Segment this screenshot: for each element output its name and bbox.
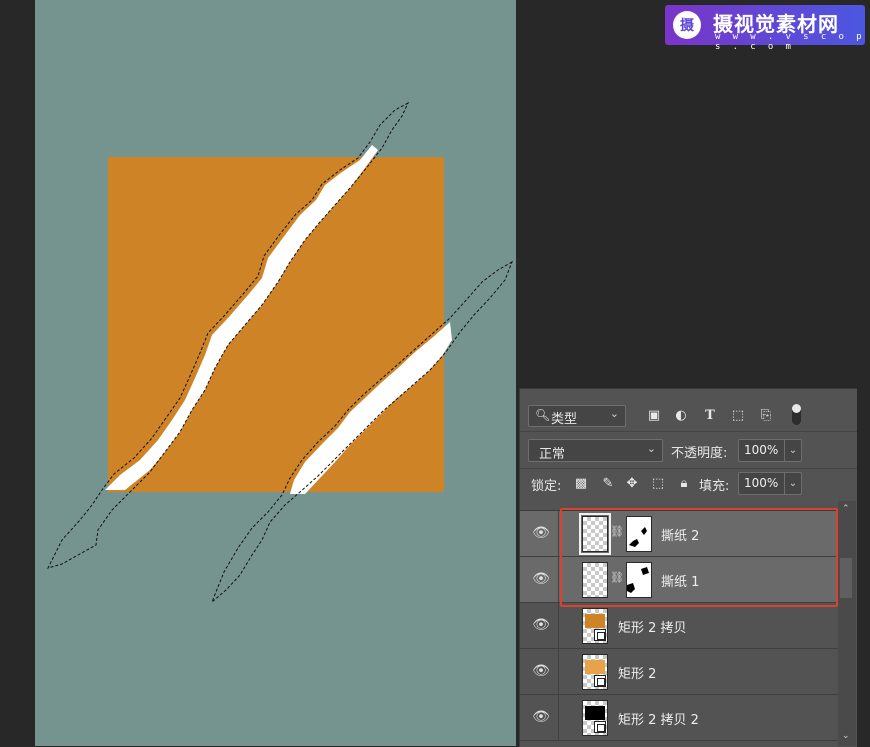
lock-position-move-icon[interactable]: ✥ xyxy=(624,475,640,491)
smart-object-filter-icon[interactable]: ⎘ xyxy=(758,407,774,423)
watermark-url: w w w . v s c o p s . c o m xyxy=(715,32,865,52)
lock-artboard-icon[interactable]: ⬚ xyxy=(650,475,666,491)
blend-mode-select[interactable]: 正常 ⌄ xyxy=(528,439,663,462)
shape-layer-badge-icon xyxy=(594,675,606,687)
divider xyxy=(520,431,857,432)
lock-label: 锁定: xyxy=(531,479,562,494)
text-filter-icon[interactable]: T xyxy=(702,407,718,423)
scroll-down-icon[interactable]: ⌄ xyxy=(842,731,850,741)
layer-name[interactable]: 矩形 2 拷贝 2 xyxy=(618,709,699,728)
layer-row-rect-2-copy-2[interactable]: 👁︎ 矩形 2 拷贝 2 xyxy=(520,695,842,741)
shape-layer-badge-icon xyxy=(594,721,606,733)
divider xyxy=(558,557,559,603)
shape-layer-thumbnail[interactable] xyxy=(582,654,608,690)
opacity-label: 不透明度: xyxy=(671,446,728,461)
layer-name[interactable]: 矩形 2 拷贝 xyxy=(618,617,687,636)
orange-rectangle-shape xyxy=(108,157,444,492)
adjustment-filter-icon[interactable]: ◐ xyxy=(673,407,689,423)
scrollbar-thumb[interactable] xyxy=(840,558,852,598)
shape-layer-thumbnail[interactable] xyxy=(582,700,608,736)
image-filter-icon[interactable]: ▣ xyxy=(646,407,662,423)
divider xyxy=(558,603,559,649)
watermark-logo-icon: 摄 xyxy=(673,11,701,39)
blend-mode-value: 正常 xyxy=(539,447,566,462)
scroll-up-icon[interactable]: ⌃ xyxy=(842,504,850,514)
fill-field[interactable]: 100% ⌄ xyxy=(738,472,802,495)
shape-fill-swatch xyxy=(585,614,605,628)
eye-visibility-icon[interactable]: 👁︎ xyxy=(530,525,552,541)
filter-toggle-switch[interactable] xyxy=(792,404,801,425)
fill-dropdown-button[interactable]: ⌄ xyxy=(784,473,801,494)
eye-visibility-icon[interactable]: 👁︎ xyxy=(530,709,552,725)
layer-filter-label: 类型 xyxy=(551,412,578,427)
fill-value: 100% xyxy=(744,476,779,490)
divider xyxy=(558,695,559,741)
layer-filter-select[interactable]: 🔍︎ 类型 ⌄ xyxy=(528,405,626,427)
divider xyxy=(558,649,559,695)
lock-image-pixels-brush-icon[interactable]: ✎ xyxy=(600,475,616,491)
annotation-highlight-box xyxy=(560,508,838,607)
eye-visibility-icon[interactable]: 👁︎ xyxy=(530,617,552,633)
shape-fill-swatch xyxy=(585,660,605,674)
eye-visibility-icon[interactable]: 👁︎ xyxy=(530,663,552,679)
watermark-banner: 摄 摄视觉素材网 w w w . v s c o p s . c o m xyxy=(665,5,865,52)
shape-layer-badge-icon xyxy=(594,629,606,641)
lock-transparent-pixels-icon[interactable]: ▩ xyxy=(573,475,589,491)
divider xyxy=(558,511,559,557)
shape-layer-thumbnail[interactable] xyxy=(582,608,608,644)
opacity-dropdown-button[interactable]: ⌄ xyxy=(784,440,801,461)
chevron-down-icon: ⌄ xyxy=(646,442,656,455)
fill-label: 填充: xyxy=(699,479,730,494)
document-canvas[interactable] xyxy=(35,0,516,746)
search-icon: 🔍︎ xyxy=(535,408,551,422)
layer-row-rect-2-copy[interactable]: 👁︎ 矩形 2 拷贝 xyxy=(520,603,842,649)
layers-scrollbar[interactable]: ⌃ ⌄ xyxy=(838,501,856,746)
shape-fill-swatch xyxy=(585,706,605,720)
eye-visibility-icon[interactable]: 👁︎ xyxy=(530,571,552,587)
layer-row-rect-2[interactable]: 👁︎ 矩形 2 xyxy=(520,649,842,695)
lock-all-icon[interactable]: 🔒︎ xyxy=(676,475,692,491)
chevron-down-icon: ⌄ xyxy=(609,407,619,420)
layer-name[interactable]: 矩形 2 xyxy=(618,663,656,682)
opacity-field[interactable]: 100% ⌄ xyxy=(738,439,802,462)
opacity-value: 100% xyxy=(744,443,779,457)
shape-filter-icon[interactable]: ⬚ xyxy=(730,407,746,423)
divider xyxy=(520,468,857,469)
